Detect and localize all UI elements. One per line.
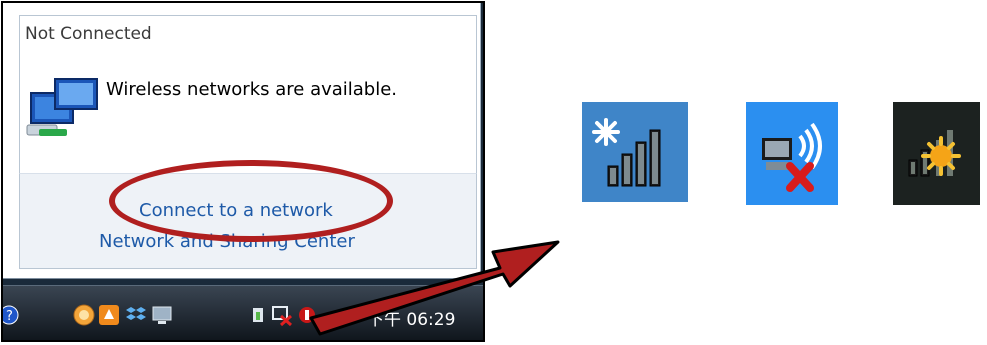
- network-popup-screenshot: Not Connected Wireless networks are avai…: [1, 1, 485, 342]
- network-flyout: Not Connected Wireless networks are avai…: [3, 3, 481, 279]
- display-icon[interactable]: [151, 304, 173, 326]
- searching-signal-icon: [893, 102, 980, 205]
- status-message: Wireless networks are available.: [106, 79, 398, 100]
- network-computers-icon: [26, 78, 98, 136]
- network-disconnected-icon[interactable]: [271, 304, 293, 326]
- help-icon[interactable]: ?: [3, 304, 25, 326]
- taskbar: ? 下午 06:29: [3, 285, 483, 340]
- clock[interactable]: 下午 06:29: [367, 305, 455, 330]
- orange-app-icon[interactable]: [98, 304, 120, 326]
- svg-text:?: ?: [6, 309, 13, 324]
- security-shield-icon[interactable]: [296, 304, 318, 326]
- wireless-signal-icon: [582, 102, 688, 202]
- network-disconnected-icon: [746, 102, 838, 205]
- power-plug-icon[interactable]: [247, 304, 269, 326]
- highlight-ellipse: [109, 160, 393, 242]
- instant-messenger-icon[interactable]: [73, 304, 95, 326]
- dropbox-icon[interactable]: [125, 304, 147, 326]
- status-title: Not Connected: [25, 24, 152, 44]
